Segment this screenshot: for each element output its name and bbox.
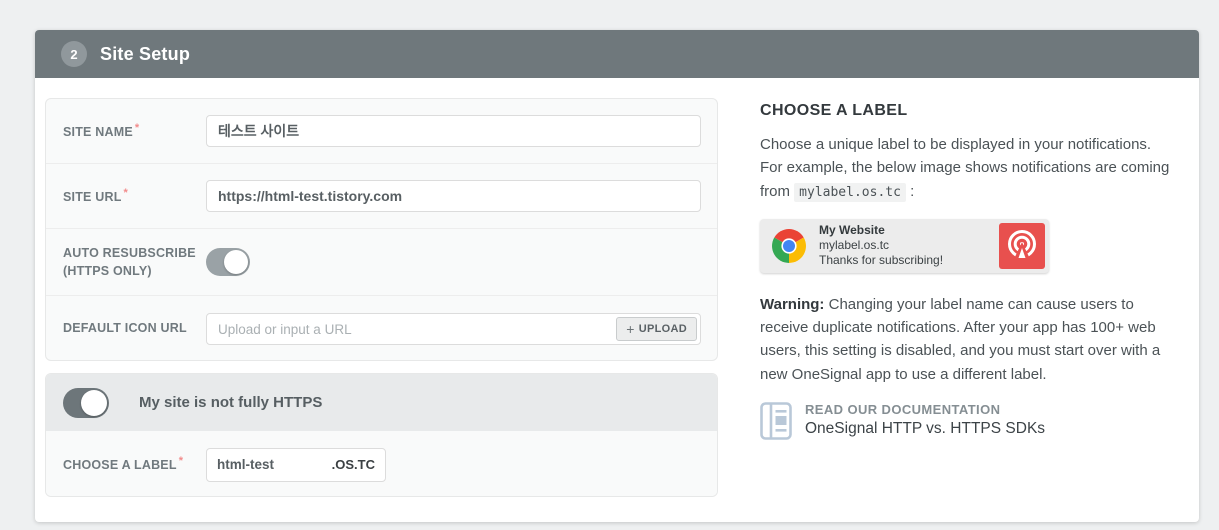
- auto-resubscribe-label-line2: (HTTPS ONLY): [63, 262, 206, 280]
- help-intro-suffix: :: [906, 183, 914, 200]
- choose-label-field: .OS.TC: [206, 448, 386, 482]
- site-name-input[interactable]: [206, 115, 701, 147]
- not-fully-https-toggle[interactable]: [63, 388, 109, 418]
- example-label-code: mylabel.os.tc: [794, 183, 906, 202]
- site-name-row: SITE NAME*: [46, 99, 717, 164]
- notification-preview-text: My Website mylabel.os.tc Thanks for subs…: [819, 223, 943, 268]
- documentation-eyebrow: READ OUR DOCUMENTATION: [805, 402, 1045, 417]
- step-number-badge: 2: [61, 41, 87, 67]
- card-header: 2 Site Setup: [35, 30, 1199, 78]
- documentation-title: OneSignal HTTP vs. HTTPS SDKs: [805, 420, 1045, 438]
- site-settings-panel: SITE NAME* SITE URL* AUTO RESUBSCRIBE (H…: [45, 98, 718, 361]
- plus-icon: +: [626, 321, 634, 337]
- choose-label-input[interactable]: [217, 457, 332, 472]
- notification-message: Thanks for subscribing!: [819, 253, 943, 268]
- documentation-link[interactable]: READ OUR DOCUMENTATION OneSignal HTTP vs…: [760, 402, 1172, 440]
- choose-label-label: CHOOSE A LABEL*: [63, 454, 206, 474]
- chrome-icon: [771, 228, 807, 264]
- choose-label-help: CHOOSE A LABEL Choose a unique label to …: [760, 102, 1172, 440]
- https-settings-panel: My site is not fully HTTPS CHOOSE A LABE…: [45, 373, 718, 497]
- page-title: Site Setup: [100, 44, 190, 65]
- warning-paragraph: Warning: Changing your label name can ca…: [760, 293, 1172, 386]
- auto-resubscribe-row: AUTO RESUBSCRIBE (HTTPS ONLY): [46, 229, 717, 296]
- not-fully-https-label: My site is not fully HTTPS: [139, 394, 322, 411]
- toggle-knob: [81, 390, 107, 416]
- help-intro: Choose a unique label to be displayed in…: [760, 133, 1172, 203]
- site-url-label: SITE URL*: [63, 186, 206, 206]
- documentation-icon: [760, 402, 792, 440]
- label-domain-suffix: .OS.TC: [332, 457, 375, 472]
- site-url-input[interactable]: [206, 180, 701, 212]
- warning-label: Warning:: [760, 296, 824, 313]
- site-name-label-text: SITE NAME: [63, 125, 133, 139]
- choose-label-row: CHOOSE A LABEL* .OS.TC: [46, 431, 717, 497]
- default-icon-url-row: DEFAULT ICON URL + UPLOAD: [46, 296, 717, 361]
- site-url-row: SITE URL*: [46, 164, 717, 229]
- required-asterisk: *: [124, 187, 128, 199]
- default-icon-url-label: DEFAULT ICON URL: [63, 319, 206, 337]
- upload-button[interactable]: + UPLOAD: [616, 317, 697, 341]
- auto-resubscribe-label-line1: AUTO RESUBSCRIBE: [63, 244, 206, 262]
- toggle-knob: [224, 250, 248, 274]
- notification-title: My Website: [819, 223, 943, 238]
- documentation-text: READ OUR DOCUMENTATION OneSignal HTTP vs…: [805, 402, 1045, 438]
- upload-button-label: UPLOAD: [639, 323, 687, 335]
- https-toggle-bar: My site is not fully HTTPS: [46, 374, 717, 431]
- notification-domain: mylabel.os.tc: [819, 238, 943, 253]
- notification-preview-image: My Website mylabel.os.tc Thanks for subs…: [760, 219, 1049, 273]
- auto-resubscribe-toggle[interactable]: [206, 248, 250, 276]
- default-icon-url-field: + UPLOAD: [206, 313, 701, 345]
- site-name-label: SITE NAME*: [63, 121, 206, 141]
- site-setup-card: 2 Site Setup SITE NAME* SITE URL* AUTO R…: [35, 30, 1199, 522]
- choose-label-label-text: CHOOSE A LABEL: [63, 459, 177, 473]
- required-asterisk: *: [179, 455, 183, 467]
- required-asterisk: *: [135, 122, 139, 134]
- onesignal-icon: [999, 223, 1045, 269]
- auto-resubscribe-label: AUTO RESUBSCRIBE (HTTPS ONLY): [63, 244, 206, 280]
- site-url-label-text: SITE URL: [63, 190, 122, 204]
- help-heading: CHOOSE A LABEL: [760, 102, 1172, 120]
